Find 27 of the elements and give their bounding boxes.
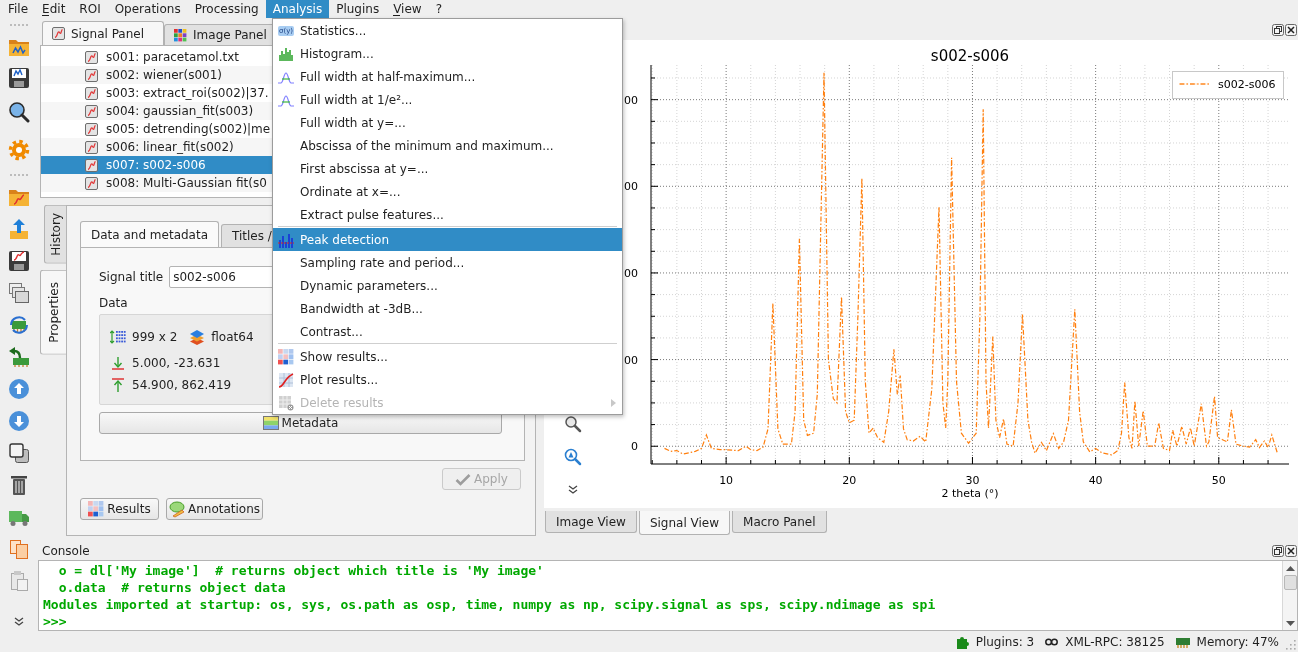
console-line: Modules imported at startup: os, sys, os.path as osp, time, numpy as np, scipy.signal as sps, scipy.ndimage as spi: [43, 596, 936, 613]
tick-label: 40: [1088, 474, 1103, 487]
field-label: Signal title: [99, 270, 164, 284]
tick-label: 10: [719, 474, 734, 487]
dtype-value: float64: [211, 330, 254, 344]
chart-title: s002-s006: [930, 47, 1010, 65]
status-text: Plugins: 3: [975, 635, 1035, 649]
tick-label: 30: [965, 474, 980, 487]
tick-label: 00: [624, 180, 638, 194]
console-line: o.data # returns object data: [57, 579, 286, 596]
tick-label: 20: [842, 474, 857, 487]
dock-title: Console: [42, 543, 90, 558]
section-label: Data: [99, 296, 128, 310]
console-line: o = dl['My image'] # returns object which title is 'My image': [57, 562, 544, 579]
max-point-value: 54.900, 862.419: [132, 378, 232, 392]
tick-label: 50: [1211, 474, 1226, 487]
status-text: XML-RPC: 38125: [1065, 635, 1165, 649]
tick-label: 0: [631, 440, 638, 454]
console-line: >>>: [43, 613, 67, 630]
shape-value: 999 x 2: [132, 330, 178, 344]
tick-label: 00: [624, 353, 638, 367]
axis-title: 2 theta (°): [941, 487, 999, 500]
tick-label: 00: [624, 266, 638, 280]
min-point-value: 5.000, -23.631: [132, 356, 221, 370]
legend-label: s002-s006: [1218, 78, 1276, 91]
status-text: Memory: 47%: [1196, 635, 1279, 649]
tick-label: 00: [624, 93, 638, 107]
